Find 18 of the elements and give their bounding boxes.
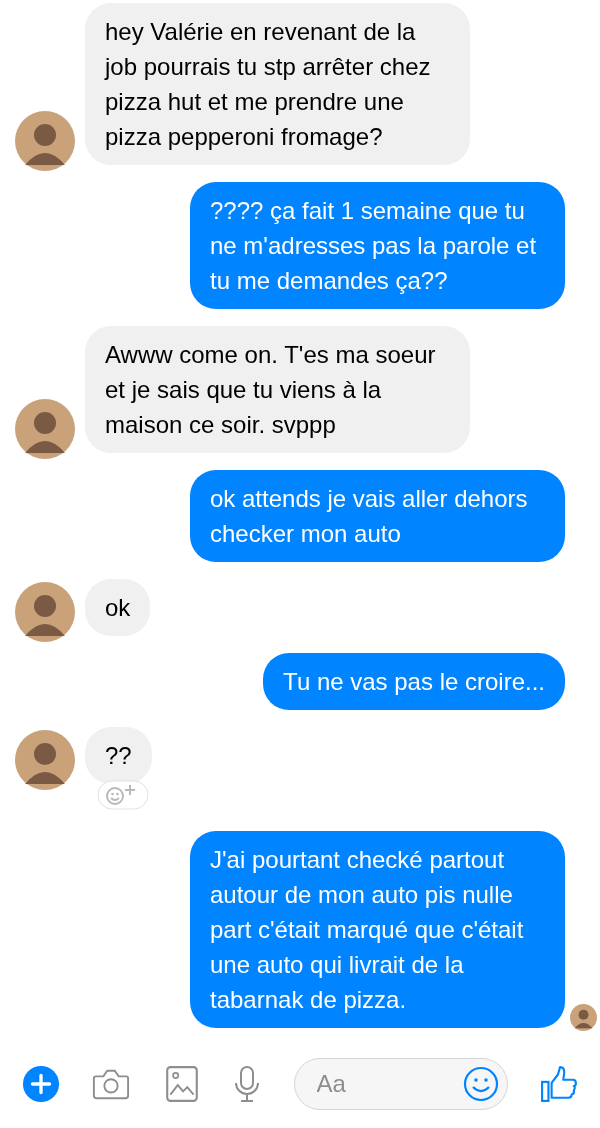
message-bubble: hey Valérie en revenant de la job pourrais tu stp arrêter chez pizza hut et me prendre une pizza pepperoni fromage? xyxy=(85,3,470,165)
message-bubble: ok attends je vais aller dehors checker mon auto xyxy=(190,470,565,562)
add-reaction-icon[interactable] xyxy=(97,780,149,810)
message-bubble: J'ai pourtant checké partout autour de mon auto pis nulle part c'était marqué que c'était une auto qui livrait de la tabarnak de pizza. xyxy=(190,831,565,1028)
avatar xyxy=(15,730,75,790)
message-bubble: ok xyxy=(85,579,151,636)
avatar xyxy=(15,399,75,459)
message-bubble: Awww come on. T'es ma soeur et je sais que tu viens à la maison ce soir. svppp xyxy=(85,326,470,453)
emoji-icon[interactable] xyxy=(462,1066,499,1102)
message-field[interactable]: Aa xyxy=(293,1058,508,1110)
add-icon[interactable] xyxy=(22,1065,60,1103)
microphone-icon[interactable] xyxy=(233,1065,262,1103)
message-bubble: ?? xyxy=(85,727,152,784)
avatar xyxy=(15,111,75,171)
message-bubble: Tu ne vas pas le croire... xyxy=(263,653,565,710)
avatar xyxy=(15,582,75,642)
thumbs-up-icon[interactable] xyxy=(539,1065,578,1103)
message-bubble: ???? ça fait 1 semaine que tu ne m'adresses pas la parole et tu me demandes ça?? xyxy=(190,182,565,309)
